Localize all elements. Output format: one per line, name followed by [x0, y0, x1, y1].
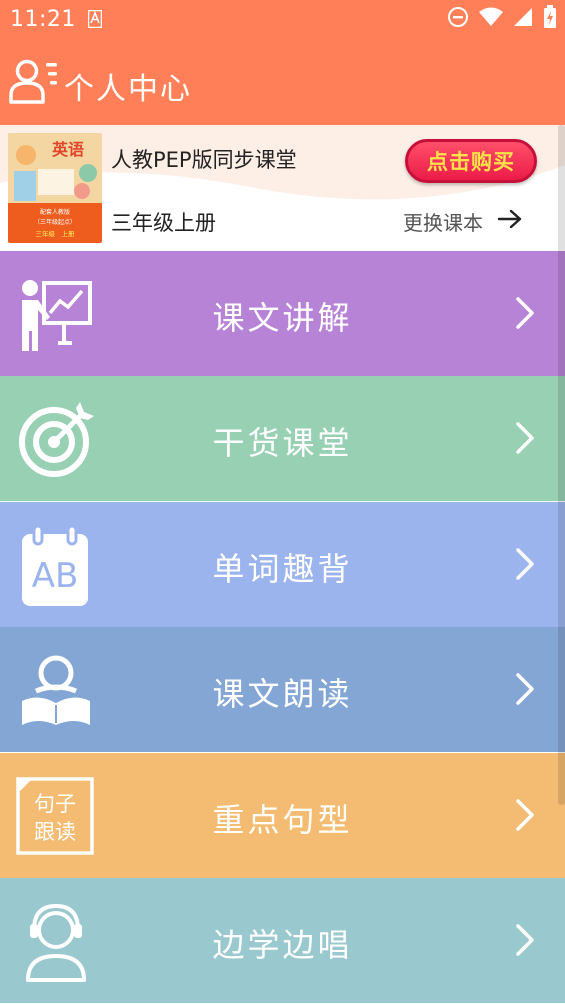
menu-item-word-memorize[interactable]: AB 单词趣背 — [0, 502, 565, 627]
buy-button[interactable]: 点击购买 — [405, 139, 537, 183]
menu-item-label: 重点句型 — [212, 801, 353, 839]
book-cover-image[interactable]: 英语 配套人教版 （三年级起点） 三年级 上册 — [8, 133, 102, 243]
menu-item-label: 课文朗读 — [212, 675, 353, 713]
chevron-right-icon — [512, 922, 538, 958]
book-series-label: 人教PEP版同步课堂 — [111, 148, 297, 172]
menu-item-dry-goods[interactable]: 干货课堂 — [0, 376, 565, 501]
menu-item-label: 课文讲解 — [212, 299, 353, 337]
signal-icon — [513, 7, 533, 31]
wifi-icon — [479, 7, 503, 31]
menu-item-learn-sing[interactable]: 边学边唱 — [0, 878, 565, 1003]
app-notification-icon — [87, 9, 103, 32]
menu-item-text-reading[interactable]: 课文朗读 — [0, 627, 565, 752]
menu-item-key-sentences[interactable]: 句子 跟读 重点句型 — [0, 753, 565, 878]
cover-line-2: （三年级起点） — [34, 218, 76, 226]
book-grade-label: 三年级上册 — [111, 211, 216, 235]
menu-item-label: 边学边唱 — [212, 926, 353, 964]
page-title: 个人中心 — [64, 72, 192, 107]
cover-line-3: 三年级 上册 — [36, 229, 76, 238]
menu-item-label: 干货课堂 — [212, 424, 353, 462]
chevron-right-icon — [512, 295, 538, 331]
arrow-right-icon — [497, 209, 523, 234]
chevron-right-icon — [512, 420, 538, 456]
cover-line-1: 配套人教版 — [40, 208, 70, 216]
cover-title: 英语 — [51, 140, 84, 159]
menu-item-lesson-explain[interactable]: 课文讲解 — [0, 251, 565, 376]
chevron-right-icon — [512, 671, 538, 707]
do-not-disturb-icon — [447, 6, 469, 32]
app-header: 个人中心 — [0, 38, 565, 125]
chevron-right-icon — [512, 797, 538, 833]
change-book-link[interactable]: 更换课本 — [403, 207, 523, 236]
change-book-label: 更换课本 — [403, 211, 483, 235]
status-bar: 11:21 — [0, 0, 565, 38]
scrollbar[interactable] — [558, 125, 565, 805]
user-profile-icon — [8, 57, 60, 109]
menu-item-label: 单词趣背 — [212, 550, 353, 588]
status-time: 11:21 — [10, 7, 76, 32]
textbook-card: 英语 配套人教版 （三年级起点） 三年级 上册 人教PEP版同步课堂 三年级上册… — [0, 125, 565, 250]
battery-icon — [543, 5, 557, 33]
chevron-right-icon — [512, 546, 538, 582]
